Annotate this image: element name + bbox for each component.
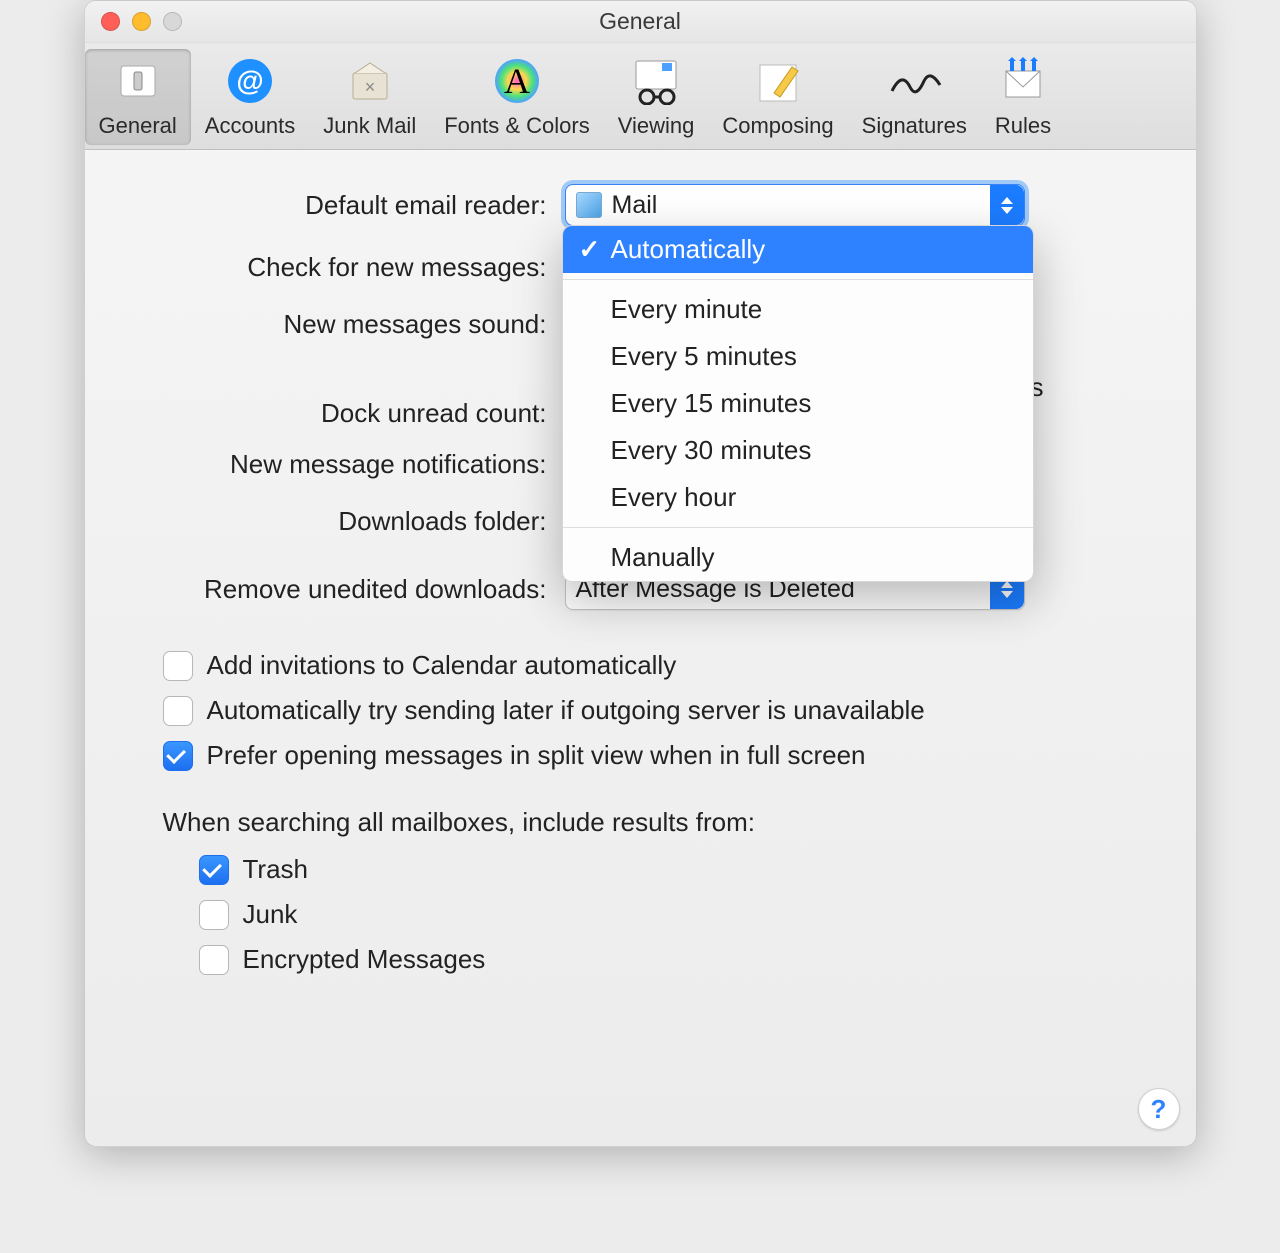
- junk-mail-icon: ×: [342, 53, 398, 109]
- accounts-icon: @: [222, 53, 278, 109]
- tab-label: Composing: [722, 113, 833, 139]
- default-reader-label: Default email reader:: [135, 190, 565, 221]
- retry-sending-label: Automatically try sending later if outgo…: [207, 695, 925, 726]
- calendar-invitations-checkbox[interactable]: [163, 651, 193, 681]
- calendar-invitations-label: Add invitations to Calendar automaticall…: [207, 650, 677, 681]
- new-messages-sound-label: New messages sound:: [135, 309, 565, 340]
- popup-option-manually[interactable]: Manually: [563, 534, 1033, 581]
- popup-option-every-minute[interactable]: Every minute: [563, 286, 1033, 333]
- composing-icon: [750, 53, 806, 109]
- tab-label: Signatures: [862, 113, 967, 139]
- dock-unread-label: Dock unread count:: [135, 398, 565, 429]
- tab-accounts[interactable]: @ Accounts: [191, 49, 310, 145]
- remove-downloads-label: Remove unedited downloads:: [135, 574, 565, 605]
- fonts-colors-icon: A: [489, 53, 545, 109]
- check-messages-label: Check for new messages:: [135, 252, 565, 283]
- window-title: General: [85, 8, 1196, 35]
- tab-label: Viewing: [618, 113, 695, 139]
- include-junk-label: Junk: [243, 899, 298, 930]
- tab-rules[interactable]: Rules: [981, 49, 1065, 145]
- include-junk-checkbox[interactable]: [199, 900, 229, 930]
- tab-composing[interactable]: Composing: [708, 49, 847, 145]
- tab-signatures[interactable]: Signatures: [848, 49, 981, 145]
- include-encrypted-checkbox[interactable]: [199, 945, 229, 975]
- popup-option-every-5-minutes[interactable]: Every 5 minutes: [563, 333, 1033, 380]
- titlebar: General: [85, 1, 1196, 43]
- preferences-toolbar: General @ Accounts × Junk Mail A Fonts &…: [85, 43, 1196, 150]
- svg-text:@: @: [236, 65, 263, 96]
- tab-label: Junk Mail: [323, 113, 416, 139]
- default-reader-value: Mail: [612, 191, 658, 220]
- tab-junk-mail[interactable]: × Junk Mail: [309, 49, 430, 145]
- signatures-icon: [886, 53, 942, 109]
- svg-text:A: A: [504, 61, 530, 101]
- popup-option-every-15-minutes[interactable]: Every 15 minutes: [563, 380, 1033, 427]
- popup-option-every-hour[interactable]: Every hour: [563, 474, 1033, 521]
- tab-general[interactable]: General: [85, 49, 191, 145]
- popup-separator: [563, 279, 1033, 280]
- check-messages-popup: Automatically Every minute Every 5 minut…: [562, 225, 1034, 582]
- retry-sending-checkbox[interactable]: [163, 696, 193, 726]
- tab-viewing[interactable]: Viewing: [604, 49, 709, 145]
- tab-label: Accounts: [205, 113, 296, 139]
- include-trash-label: Trash: [243, 854, 309, 885]
- mail-app-icon: [576, 192, 602, 218]
- help-icon: ?: [1151, 1094, 1167, 1125]
- help-button[interactable]: ?: [1138, 1088, 1180, 1130]
- preferences-window: General General @ Accounts × Junk Mail A…: [84, 0, 1197, 1147]
- notifications-label: New message notifications:: [135, 449, 565, 480]
- downloads-folder-label: Downloads folder:: [135, 506, 565, 537]
- dropdown-arrows-icon: [990, 185, 1024, 225]
- general-icon: [110, 53, 166, 109]
- include-trash-checkbox[interactable]: [199, 855, 229, 885]
- tab-fonts-colors[interactable]: A Fonts & Colors: [430, 49, 604, 145]
- rules-icon: [995, 53, 1051, 109]
- viewing-icon: [628, 53, 684, 109]
- tab-label: Rules: [995, 113, 1051, 139]
- popup-separator: [563, 527, 1033, 528]
- search-results-heading: When searching all mailboxes, include re…: [163, 807, 1146, 838]
- default-reader-dropdown[interactable]: Mail: [565, 184, 1025, 226]
- split-view-label: Prefer opening messages in split view wh…: [207, 740, 866, 771]
- include-encrypted-label: Encrypted Messages: [243, 944, 486, 975]
- svg-text:×: ×: [364, 77, 375, 97]
- tab-label: General: [99, 113, 177, 139]
- tab-label: Fonts & Colors: [444, 113, 590, 139]
- popup-option-automatically[interactable]: Automatically: [563, 226, 1033, 273]
- popup-option-every-30-minutes[interactable]: Every 30 minutes: [563, 427, 1033, 474]
- split-view-checkbox[interactable]: [163, 741, 193, 771]
- general-pane: Default email reader: Mail Check for new…: [85, 150, 1196, 975]
